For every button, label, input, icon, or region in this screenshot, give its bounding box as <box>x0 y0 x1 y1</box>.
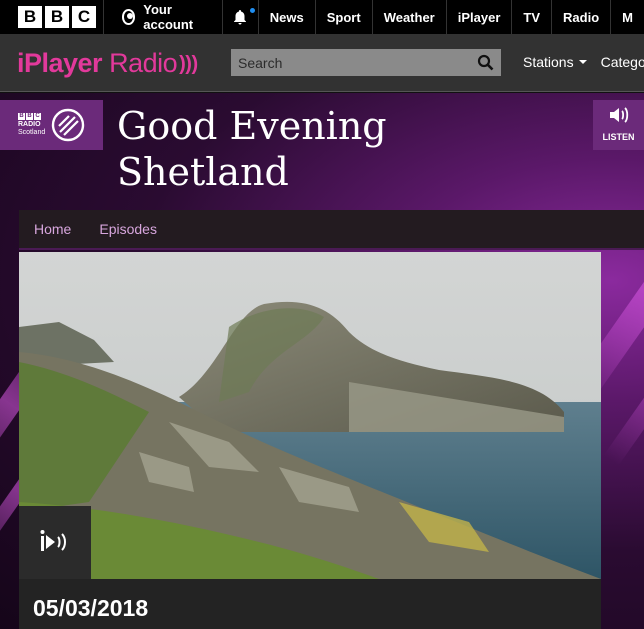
stations-label: Stations <box>523 54 574 70</box>
listen-live-button[interactable]: LISTEN <box>593 100 644 150</box>
programme-masthead: B B C RADIO Scotland Good Evening Shetla… <box>0 93 644 629</box>
search-icon[interactable] <box>477 54 494 71</box>
iplayer-radio-header: iPlayer Radio))) Stations Categori <box>0 34 644 92</box>
subnav-home[interactable]: Home <box>34 221 71 237</box>
nav-more[interactable]: M <box>610 0 644 34</box>
nav-news[interactable]: News <box>257 0 315 34</box>
bell-icon <box>234 10 247 25</box>
nav-sport[interactable]: Sport <box>314 0 372 34</box>
station-line-scotland: Scotland <box>18 129 46 136</box>
notifications-button[interactable] <box>221 0 258 34</box>
iplayer-radio-nav: Stations Categori <box>523 54 644 70</box>
bbc-radio-scotland-logo[interactable]: B B C RADIO Scotland <box>0 100 103 150</box>
iplayer-play-badge[interactable] <box>19 506 91 579</box>
logo-iplayer-text: iPlayer <box>17 48 103 78</box>
search-input[interactable] <box>231 49 501 76</box>
programme-subnav: Home Episodes <box>19 210 644 250</box>
bbc-global-nav: B B C Your account News Sport Weather iP… <box>0 0 644 34</box>
episode-image <box>19 252 601 579</box>
categories-menu[interactable]: Categori <box>601 54 644 70</box>
nav-iplayer[interactable]: iPlayer <box>445 0 512 34</box>
account-label: Your account <box>143 2 194 32</box>
stations-menu[interactable]: Stations <box>523 54 587 70</box>
mini-b2: B <box>26 113 33 120</box>
mini-c: C <box>34 113 41 120</box>
episode-info: 05/03/2018 <box>19 579 601 629</box>
notification-dot <box>249 8 255 13</box>
radio-scotland-emblem-icon <box>52 108 85 142</box>
nav-tv[interactable]: TV <box>511 0 551 34</box>
programme-title-line2: Shetland <box>117 150 289 194</box>
iplayer-radio-logo[interactable]: iPlayer Radio))) <box>17 48 198 79</box>
episode-date: 05/03/2018 <box>33 595 149 621</box>
programme-title-line1: Good Evening <box>117 104 387 148</box>
bbc-logo-letter-b2: B <box>45 6 69 28</box>
bbc-nav-links: News Sport Weather iPlayer TV Radio M <box>257 0 644 34</box>
speaker-icon <box>609 107 628 123</box>
listen-label: LISTEN <box>602 132 635 142</box>
search-box <box>231 49 501 76</box>
station-line-radio: RADIO <box>18 121 41 128</box>
subnav-episodes[interactable]: Episodes <box>99 221 157 237</box>
bbc-logo[interactable]: B B C <box>18 6 96 28</box>
account-icon <box>121 9 136 25</box>
logo-radio-text: Radio <box>109 48 178 78</box>
radio-waves-icon: ))) <box>179 53 198 75</box>
iplayer-radio-icon <box>40 530 66 551</box>
mini-bbc-blocks: B B C <box>18 113 45 120</box>
shetland-cliffs-photo <box>19 252 601 579</box>
station-wordmark: B B C RADIO Scotland <box>18 113 45 137</box>
mini-b1: B <box>18 113 25 120</box>
bbc-logo-letter-c: C <box>72 6 96 28</box>
nav-weather[interactable]: Weather <box>371 0 446 34</box>
programme-title: Good Evening Shetland <box>117 103 387 195</box>
chevron-down-icon <box>578 60 587 64</box>
nav-radio[interactable]: Radio <box>551 0 610 34</box>
bbc-logo-letter-b1: B <box>18 6 42 28</box>
your-account-link[interactable]: Your account <box>104 0 222 34</box>
